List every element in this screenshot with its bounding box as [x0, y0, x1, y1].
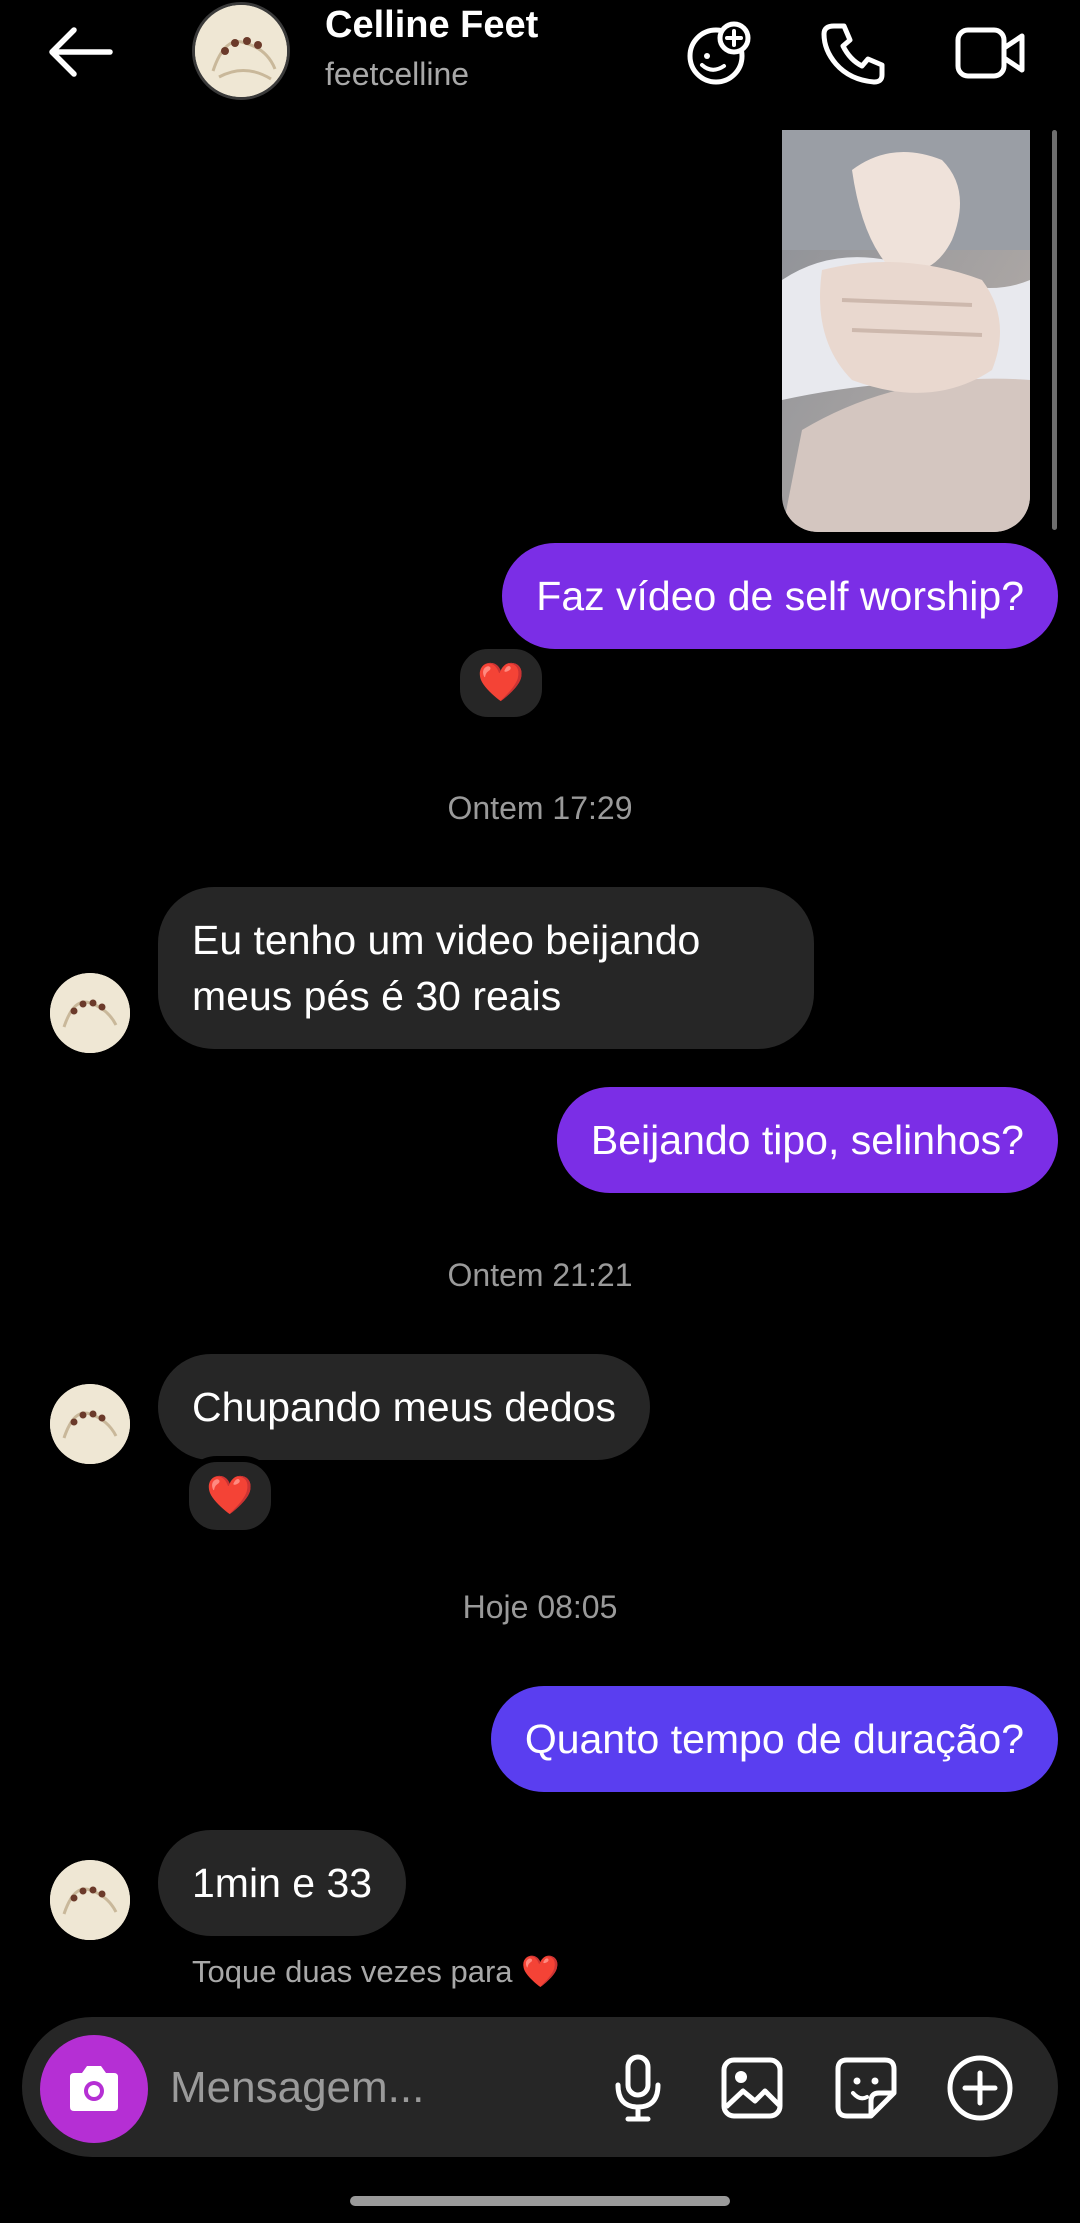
- sender-avatar[interactable]: [50, 973, 130, 1053]
- reaction-heart[interactable]: ❤️: [183, 1456, 277, 1536]
- outgoing-message[interactable]: Quanto tempo de duração?: [490, 1686, 1058, 1792]
- incoming-message[interactable]: 1min e 33: [158, 1830, 407, 1936]
- shared-video-thumbnail[interactable]: [782, 130, 1030, 532]
- sticker-icon[interactable]: [828, 2043, 904, 2133]
- timestamp: Ontem 17:29: [447, 790, 633, 826]
- back-arrow-icon[interactable]: [44, 22, 116, 82]
- phone-icon[interactable]: [816, 18, 892, 88]
- add-sticker-icon[interactable]: [680, 18, 756, 88]
- double-tap-hint: Toque duas vezes para ❤️: [192, 1954, 560, 1989]
- outgoing-message[interactable]: Faz vídeo de self worship?: [502, 543, 1058, 649]
- home-indicator[interactable]: [350, 2196, 730, 2206]
- message-input[interactable]: [170, 2040, 570, 2136]
- outgoing-message[interactable]: Beijando tipo, selinhos?: [556, 1087, 1058, 1193]
- camera-icon: [70, 2066, 118, 2111]
- sender-avatar[interactable]: [50, 1860, 130, 1940]
- camera-button[interactable]: [40, 2035, 148, 2143]
- reaction-heart[interactable]: ❤️: [454, 643, 548, 723]
- incoming-message[interactable]: Eu tenho um video beijando meus pés é 30…: [158, 887, 814, 1049]
- plus-icon[interactable]: [942, 2043, 1018, 2133]
- heart-icon: ❤️: [521, 1954, 560, 1989]
- profile-avatar[interactable]: [192, 2, 290, 100]
- contact-name[interactable]: Celline Feet: [325, 4, 538, 47]
- video-call-icon[interactable]: [952, 18, 1028, 88]
- incoming-message[interactable]: Chupando meus dedos: [158, 1354, 650, 1460]
- microphone-icon[interactable]: [600, 2043, 676, 2133]
- contact-username[interactable]: feetcelline: [325, 56, 469, 93]
- scrollbar-thumb[interactable]: [1052, 130, 1057, 530]
- timestamp: Hoje 08:05: [462, 1589, 618, 1625]
- sender-avatar[interactable]: [50, 1384, 130, 1464]
- gallery-icon[interactable]: [714, 2043, 790, 2133]
- timestamp: Ontem 21:21: [447, 1257, 633, 1293]
